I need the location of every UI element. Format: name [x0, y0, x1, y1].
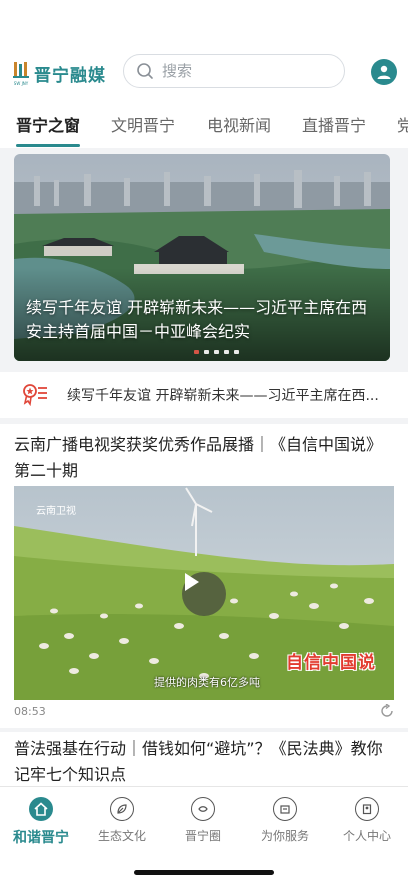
- search-icon: [137, 63, 153, 79]
- award-ribbon-icon: [23, 384, 47, 406]
- carousel-dot[interactable]: [234, 350, 239, 354]
- status-bar-area: [0, 0, 408, 44]
- carousel-dots: [194, 350, 239, 354]
- headline-banner[interactable]: 续写千年友谊 开辟崭新未来——习近平主席在西安主持首届中国－中亚峰会纪实: [14, 154, 390, 361]
- carousel-dot[interactable]: [204, 350, 209, 354]
- carousel-dot[interactable]: [214, 350, 219, 354]
- news-card[interactable]: 云南广播电视奖获奖优秀作品展播｜《自信中国说》第二十期 云南卫视 自信中国说 提…: [0, 424, 408, 728]
- video-subtitle: 提供的肉类有6亿多吨: [154, 676, 260, 689]
- program-logo: 自信中国说: [286, 653, 376, 673]
- service-icon: [273, 797, 297, 821]
- news-title: 普法强基在行动｜借钱如何“避坑”？《民法典》教你记牢七个知识点: [14, 739, 383, 784]
- nav-item-ecology-culture[interactable]: 生态文化: [87, 797, 157, 844]
- circle-icon: [191, 797, 215, 821]
- nav-item-jinning-circle[interactable]: 晋宁圈: [168, 797, 238, 844]
- category-tabs: 晋宁之窗 文明晋宁 电视新闻 直播晋宁 党: [0, 100, 408, 148]
- carousel-dot[interactable]: [224, 350, 229, 354]
- nav-item-services[interactable]: 为你服务: [250, 797, 320, 844]
- nav-item-harmony-jinning[interactable]: 和谐晋宁: [6, 797, 76, 847]
- leaf-icon: [110, 797, 134, 821]
- banner-title: 续写千年友谊 开辟崭新未来——习近平主席在西安主持首届中国－中亚峰会纪实: [26, 298, 368, 341]
- nav-label: 个人中心: [342, 829, 391, 843]
- play-icon: [185, 573, 199, 591]
- tab-civilized-jinning[interactable]: 文明晋宁: [111, 112, 175, 136]
- announcement-text: 续写千年友谊 开辟崭新未来——习近平主席在西...: [67, 388, 379, 404]
- video-player[interactable]: 云南卫视 自信中国说 提供的肉类有6亿多吨: [14, 486, 394, 700]
- nav-label: 为你服务: [260, 829, 309, 843]
- app-header: SW JNY 晋宁融媒: [0, 44, 408, 100]
- nav-label: 晋宁圈: [184, 829, 221, 843]
- share-icon[interactable]: [380, 704, 394, 718]
- bottom-navigation: 和谐晋宁 生态文化 晋宁圈 为你服务 个人中心: [0, 786, 408, 883]
- nav-label: 生态文化: [97, 829, 146, 843]
- search-input[interactable]: [162, 62, 322, 80]
- carousel-dot-active[interactable]: [194, 350, 199, 354]
- tab-tv-news[interactable]: 电视新闻: [207, 112, 271, 136]
- user-icon: [355, 797, 379, 821]
- news-title: 云南广播电视奖获奖优秀作品展播｜《自信中国说》第二十期: [14, 435, 383, 480]
- tab-live-jinning[interactable]: 直播晋宁: [302, 112, 366, 136]
- profile-icon[interactable]: [371, 59, 397, 85]
- news-card[interactable]: 普法强基在行动｜借钱如何“避坑”？《民法典》教你记牢七个知识点: [0, 732, 408, 788]
- announcement-bar[interactable]: 续写千年友谊 开辟崭新未来——习近平主席在西...: [0, 372, 408, 418]
- search-bar[interactable]: [123, 54, 345, 88]
- nav-item-personal-center[interactable]: 个人中心: [332, 797, 402, 844]
- logo-text: 晋宁融媒: [34, 65, 106, 86]
- channel-logo: 云南卫视: [36, 506, 76, 517]
- home-indicator: [134, 870, 274, 875]
- tab-jinning-window[interactable]: 晋宁之窗: [16, 112, 80, 136]
- tab-party[interactable]: 党: [397, 112, 408, 136]
- active-tab-indicator: [16, 144, 80, 147]
- app-logo[interactable]: SW JNY 晋宁融媒: [12, 58, 110, 88]
- nav-label: 和谐晋宁: [13, 830, 69, 846]
- video-duration: 08:53: [14, 705, 46, 718]
- logo-mark-sub: SW JNY: [14, 81, 29, 86]
- home-icon: [29, 797, 53, 821]
- play-button[interactable]: [182, 572, 226, 616]
- logo-mark-icon: SW JNY: [12, 59, 30, 87]
